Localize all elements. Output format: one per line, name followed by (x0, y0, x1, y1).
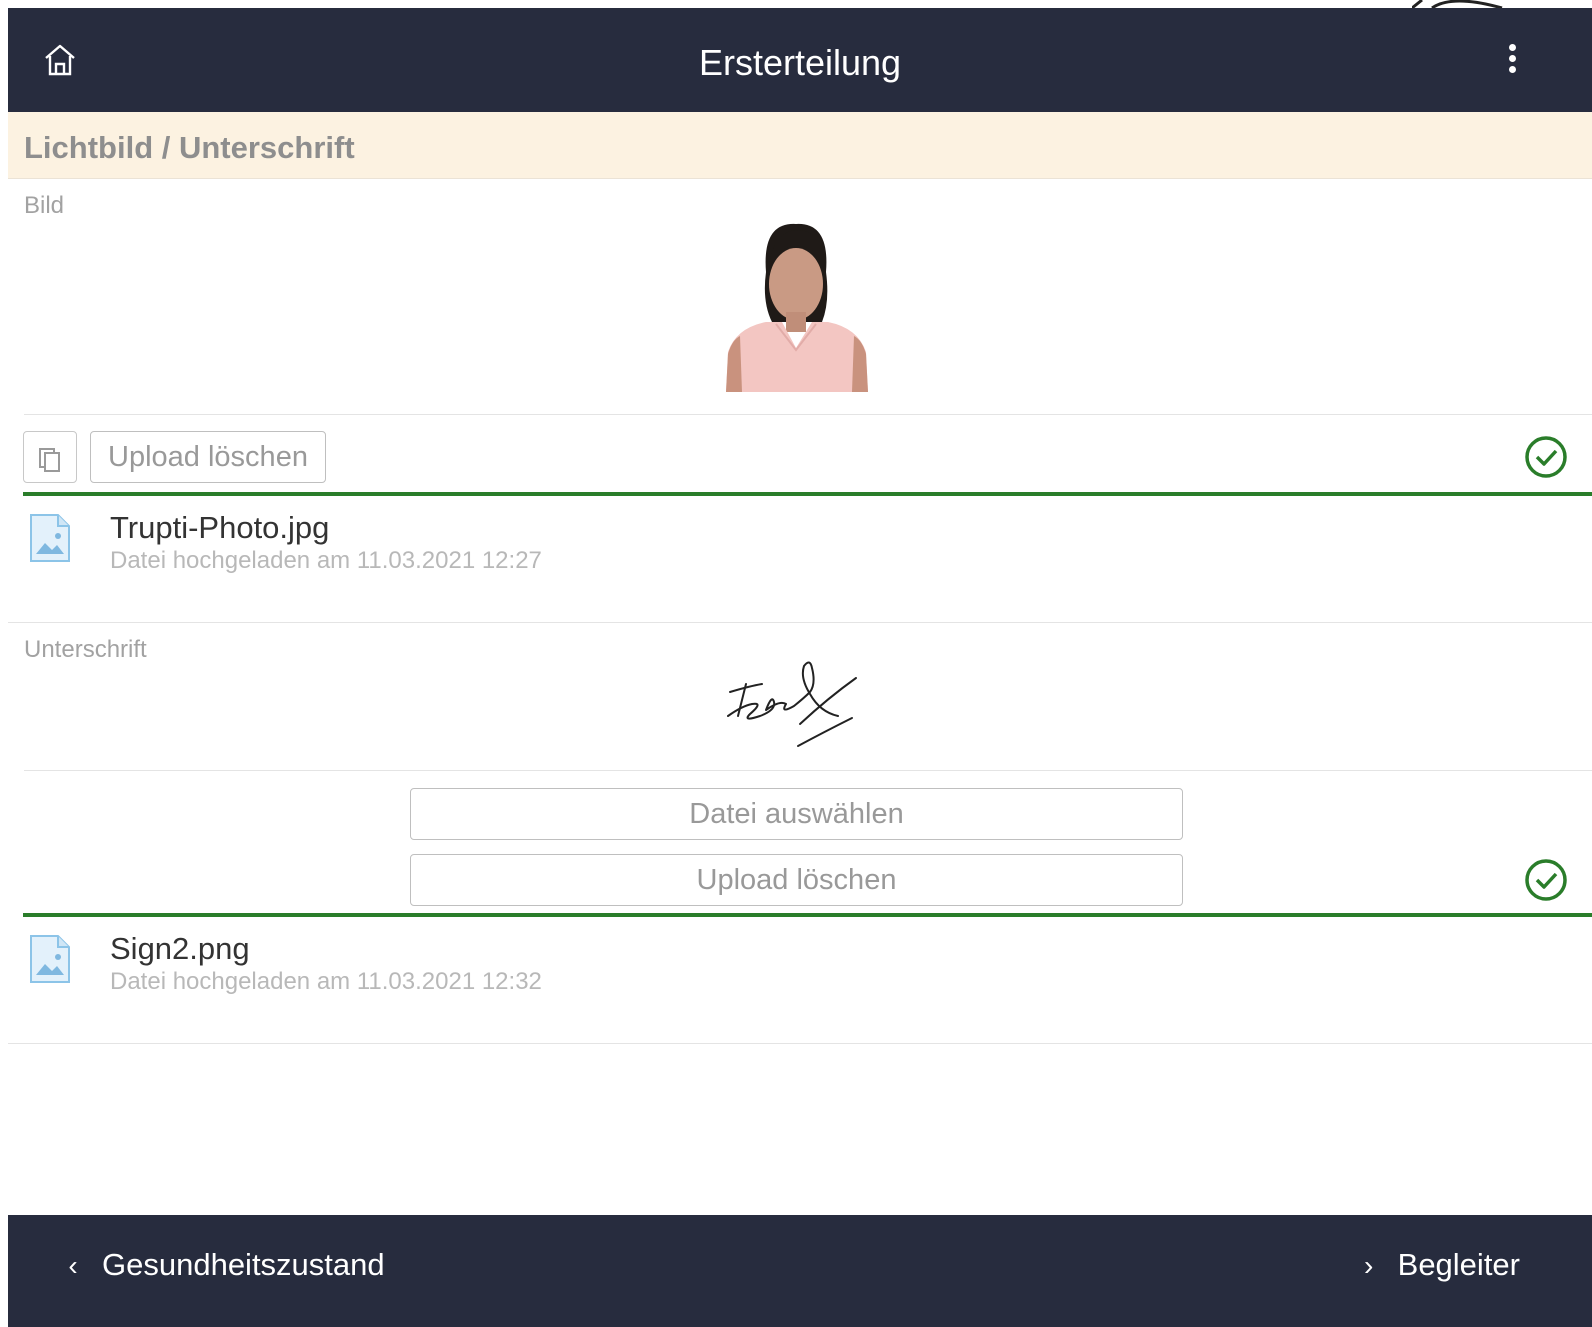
upload-success-bar (23, 492, 1592, 496)
choose-file-button[interactable]: Datei auswählen (410, 788, 1183, 840)
photo-label: Bild (24, 192, 65, 219)
top-app-bar: Ersterteilung (8, 8, 1592, 112)
signature-image (727, 661, 857, 747)
divider (8, 1043, 1592, 1044)
portrait-photo (726, 222, 868, 392)
more-vertical-icon (1500, 44, 1524, 73)
divider (24, 770, 1592, 771)
check-circle-icon (1525, 436, 1567, 478)
delete-signature-upload-button[interactable]: Upload löschen (410, 854, 1183, 906)
check-circle-icon (1525, 859, 1567, 901)
signature-label: Unterschrift (24, 636, 147, 663)
photo-file-name[interactable]: Trupti-Photo.jpg (110, 510, 329, 546)
photo-file-meta: Datei hochgeladen am 11.03.2021 12:27 (110, 547, 542, 574)
chevron-left-icon: ‹ (68, 1250, 78, 1281)
chevron-right-icon: › (1363, 1250, 1374, 1281)
next-step-button[interactable]: › Begleiter (1354, 1247, 1520, 1283)
previous-step-button[interactable]: ‹ Gesundheitszustand (58, 1247, 385, 1283)
signature-file-meta: Datei hochgeladen am 11.03.2021 12:32 (110, 968, 542, 995)
bottom-nav-bar: ‹ Gesundheitszustand › Begleiter (8, 1215, 1592, 1327)
signature-file-name[interactable]: Sign2.png (110, 931, 250, 967)
divider (8, 622, 1592, 623)
corner-decoration (1412, 0, 1503, 8)
upload-success-bar (23, 913, 1592, 917)
section-title: Lichtbild / Unterschrift (24, 130, 355, 165)
copy-icon (39, 448, 60, 472)
next-step-label: Begleiter (1397, 1247, 1520, 1282)
section-header: Lichtbild / Unterschrift (8, 112, 1592, 179)
delete-photo-upload-button[interactable]: Upload löschen (90, 431, 326, 483)
copy-button[interactable] (23, 431, 77, 483)
app-screen: Ersterteilung Lichtbild / Unterschrift B… (0, 0, 1592, 1327)
more-options-button[interactable] (1500, 44, 1524, 80)
divider (24, 414, 1592, 415)
image-file-icon (30, 935, 70, 983)
previous-step-label: Gesundheitszustand (102, 1247, 385, 1282)
page-title: Ersterteilung (698, 42, 902, 83)
image-file-icon (30, 514, 70, 562)
